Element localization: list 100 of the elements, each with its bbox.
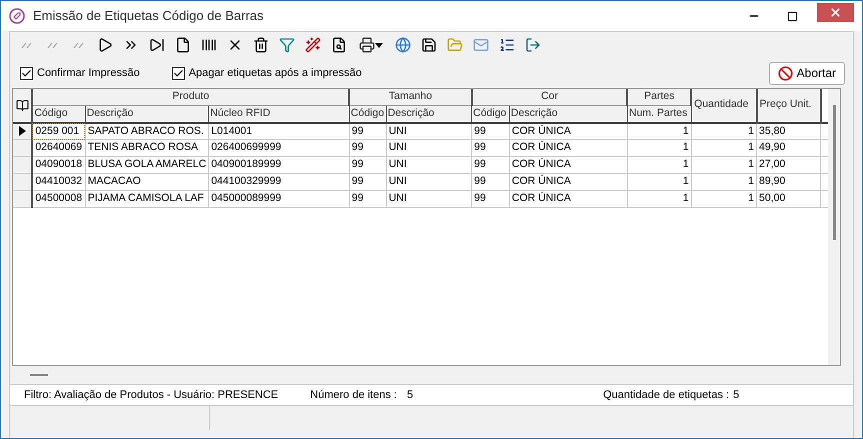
table-cell: SAPATO ABRACO ROS. — [85, 122, 209, 140]
items-count: 5 — [406, 388, 414, 403]
table-cell: L014001 — [208, 122, 350, 140]
row-indicator — [13, 174, 32, 191]
table-cell: 99 — [349, 140, 386, 157]
caret-icon — [375, 42, 383, 48]
table-cell: 02640069 — [32, 140, 86, 157]
table-cell: 99 — [472, 140, 510, 157]
table-row[interactable]: 04500008 PIJAMA CAMISOLA LAF 045000089999 99 UNI 99 COR ÚNICA 1 1 50,00 — [13, 190, 828, 208]
table-cell: COR ÚNICA — [509, 122, 628, 140]
row-indicator — [13, 140, 32, 157]
table-cell: 99 — [349, 156, 386, 174]
table-row[interactable]: 0259 001 SAPATO ABRACO ROS. L014001 99 UNI 99 COR ÚNICA 1 1 35,80 — [13, 122, 828, 140]
column-header: Num. Partes — [627, 105, 692, 122]
table-cell: 99 — [472, 174, 510, 191]
row-indicator — [13, 156, 32, 174]
table-cell: 1 — [691, 122, 757, 140]
table-cell: 1 — [691, 190, 757, 208]
column-header: Descrição — [85, 105, 209, 122]
table-cell: COR ÚNICA — [509, 156, 628, 174]
mail-icon — [473, 37, 489, 53]
table-cell: 99 — [472, 156, 510, 174]
table-cell: 99 — [349, 174, 386, 191]
table-cell: 49,90 — [756, 140, 821, 157]
table-cell: 99 — [472, 190, 510, 208]
globe-icon — [395, 37, 411, 53]
labels-count: 5 — [733, 388, 740, 403]
table-cell: 1 — [627, 190, 692, 208]
column-header: Código — [349, 105, 386, 122]
column-header: Quantidade — [691, 89, 757, 122]
wand-icon — [305, 37, 321, 53]
column-header: Descrição — [386, 105, 472, 122]
table-row[interactable]: 04410032 MACACAO 044100329999 99 UNI 99 COR ÚNICA 1 1 89,90 — [13, 174, 828, 191]
table-cell: 1 — [691, 174, 757, 191]
numbered-list-icon — [499, 37, 515, 53]
group-header: Cor — [472, 89, 628, 106]
table-cell: 04500008 — [32, 190, 86, 208]
table-cell: 04090018 — [32, 156, 86, 174]
table-row[interactable]: 04090018 BLUSA GOLA AMARELC 040900189999 99 UNI 99 COR ÚNICA 1 1 27,00 — [13, 156, 828, 174]
vertical-scrollbar[interactable] — [828, 89, 840, 365]
save-icon — [421, 37, 437, 53]
table-cell: PIJAMA CAMISOLA LAF — [85, 190, 209, 208]
table-cell: UNI — [386, 140, 472, 157]
close-button[interactable] — [817, 2, 854, 22]
column-header: Código — [472, 105, 510, 122]
maximize-icon — [786, 10, 798, 22]
table-cell: COR ÚNICA — [509, 190, 628, 208]
exit-icon — [525, 37, 541, 53]
labels-label: Quantidade de etiquetas : — [603, 388, 730, 403]
previous-page-icon — [46, 40, 60, 50]
folder-icon — [447, 37, 463, 53]
table-row[interactable]: 02640069 TENIS ABRACO ROSA 026400699999 99 UNI 99 COR ÚNICA 1 1 49,90 — [13, 140, 828, 157]
table-cell: TENIS ABRACO ROSA — [85, 140, 209, 157]
abort-button[interactable]: Abortar — [768, 62, 845, 84]
table-cell: 1 — [627, 140, 692, 157]
new-document-icon — [175, 37, 191, 53]
table-cell: UNI — [386, 122, 472, 140]
table-cell: 045000089999 — [208, 190, 350, 208]
tag-icon — [9, 8, 25, 24]
stop-icon — [778, 66, 793, 80]
table-cell: 04410032 — [32, 174, 86, 191]
row-indicator — [13, 190, 32, 208]
table-cell: 1 — [691, 156, 757, 174]
column-header: Núcleo RFID — [208, 105, 350, 122]
table-cell: 1 — [627, 156, 692, 174]
table-cell: MACACAO — [85, 174, 209, 191]
table-cell: 040900189999 — [208, 156, 350, 174]
table-cell: 99 — [349, 122, 386, 140]
table-cell: COR ÚNICA — [509, 174, 628, 191]
group-header: Tamanho — [349, 89, 472, 106]
table-cell: 1 — [627, 174, 692, 191]
table-cell: 35,80 — [756, 122, 821, 140]
column-header: Código — [32, 105, 86, 122]
table-cell: 27,00 — [756, 156, 821, 174]
print-preview-icon — [331, 37, 347, 53]
window-title: Emissão de Etiquetas Código de Barras — [33, 7, 264, 26]
table-cell: UNI — [386, 156, 472, 174]
table-cell: 1 — [627, 122, 692, 140]
table-cell: 50,00 — [756, 190, 821, 208]
table-cell: 99 — [472, 122, 510, 140]
column-header: Descrição — [509, 105, 628, 122]
horizontal-scrollbar[interactable] — [30, 374, 48, 376]
checkbox-label: Apagar etiquetas após a impressão — [188, 66, 362, 81]
column-header: Preço Unit. — [756, 89, 821, 122]
filter-text: Filtro: Avaliação de Produtos - Usuário: PRESENCE — [24, 388, 278, 403]
group-header: Partes — [627, 89, 692, 106]
group-header: Produto — [32, 89, 350, 106]
table-cell: 044100329999 — [208, 174, 350, 191]
skip-forward-icon — [149, 37, 165, 53]
first-record-icon — [20, 40, 34, 50]
checkbox[interactable] — [172, 66, 185, 80]
trash-can-icon — [253, 37, 269, 53]
filter-icon — [279, 37, 295, 53]
current-row-icon — [18, 126, 26, 136]
table-cell: 89,90 — [756, 174, 821, 191]
checkbox[interactable] — [20, 66, 33, 80]
table-cell: 1 — [691, 140, 757, 157]
table-cell: 026400699999 — [208, 140, 350, 157]
table-cell: UNI — [386, 190, 472, 208]
previous-record-icon — [72, 40, 86, 50]
